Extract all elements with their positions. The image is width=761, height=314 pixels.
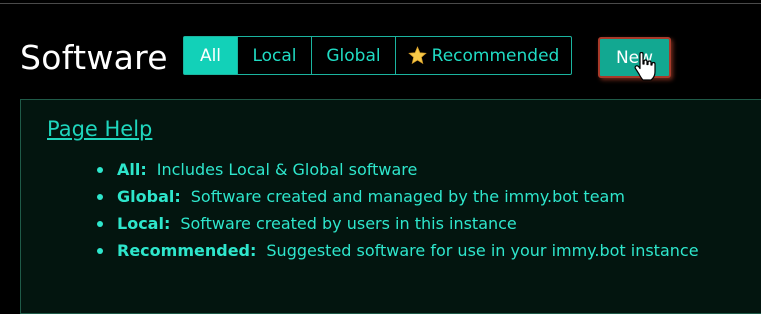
tab-all-label: All	[199, 45, 222, 66]
help-item-global: Global: Software created and managed by t…	[97, 186, 699, 213]
tab-recommended-label: Recommended	[431, 45, 560, 66]
help-item-local: Local: Software created by users in this …	[97, 213, 699, 240]
tab-all[interactable]: All	[184, 37, 238, 74]
help-item-all: All: Includes Local & Global software	[97, 159, 699, 186]
help-description: Suggested software for use in your immy.…	[266, 241, 699, 260]
filter-tabs: All Local Global Recommended	[183, 36, 572, 75]
star-icon	[407, 46, 427, 65]
top-divider	[0, 3, 761, 4]
help-term: Local:	[117, 214, 171, 233]
hand-cursor-icon	[634, 52, 656, 81]
help-description: Software created and managed by the immy…	[190, 187, 625, 206]
help-item-recommended: Recommended: Suggested software for use i…	[97, 240, 699, 267]
tab-local[interactable]: Local	[238, 37, 312, 74]
help-panel: Page Help All: Includes Local & Global so…	[20, 99, 761, 314]
help-description: Includes Local & Global software	[156, 160, 418, 179]
page-title: Software	[20, 38, 168, 77]
tab-recommended[interactable]: Recommended	[396, 37, 571, 74]
tab-global[interactable]: Global	[312, 37, 396, 74]
help-term: Global:	[117, 187, 181, 206]
help-list: All: Includes Local & Global software Glo…	[97, 159, 699, 267]
page-help-link[interactable]: Page Help	[47, 117, 152, 141]
help-description: Software created by users in this instan…	[180, 214, 517, 233]
help-term: Recommended:	[117, 241, 257, 260]
tab-local-label: Local	[252, 45, 297, 66]
help-term: All:	[117, 160, 147, 179]
tab-global-label: Global	[326, 45, 381, 66]
